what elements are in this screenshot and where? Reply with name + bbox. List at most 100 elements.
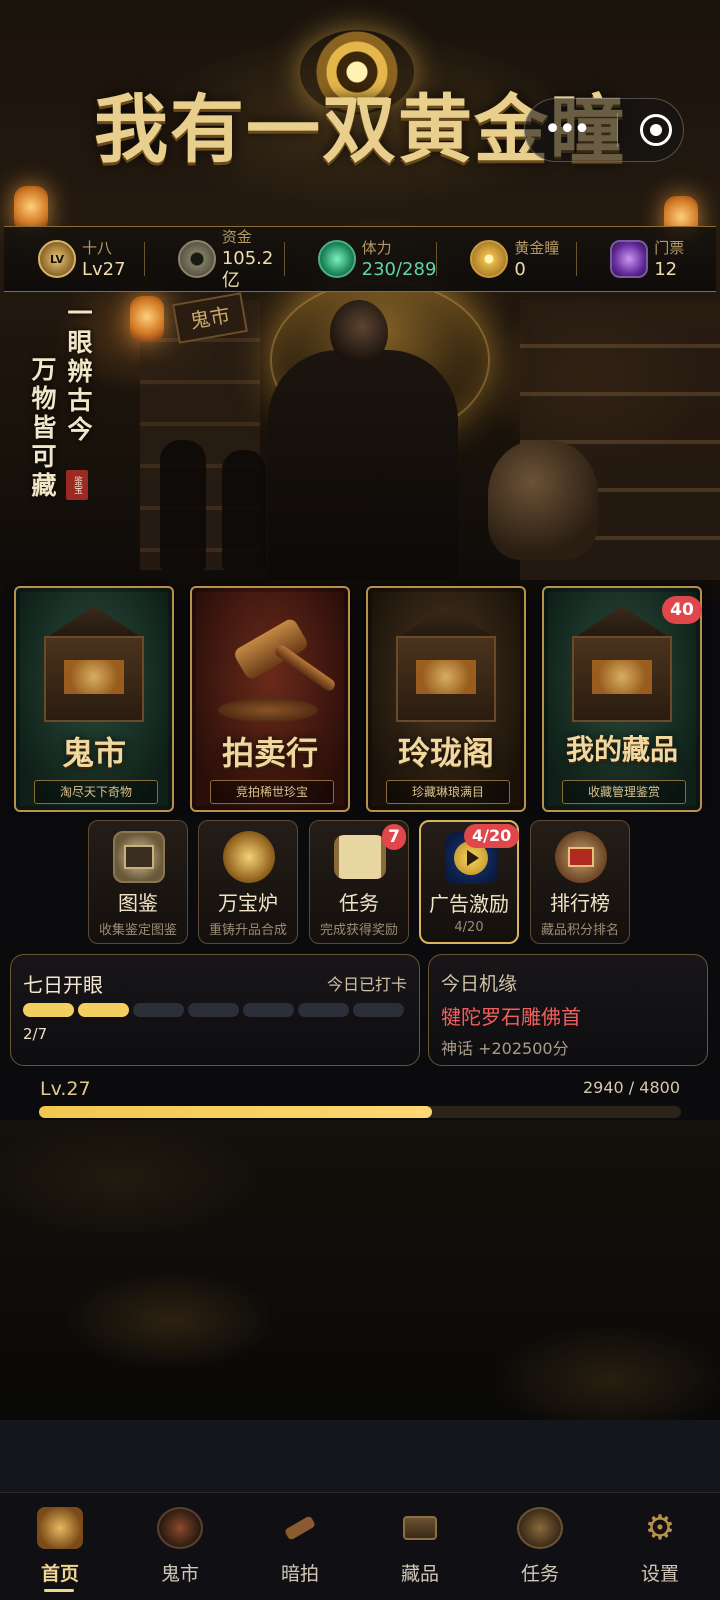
- funds-value: 105.2亿: [221, 248, 274, 291]
- card-subtitle: 竞拍稀世珍宝: [210, 780, 334, 804]
- tickets-value: 12: [654, 259, 678, 280]
- stats-bar: LV 十八 Lv27 资金 105.2亿 体力 230/289 黄金瞳 0 门票…: [4, 226, 716, 292]
- player-stat[interactable]: LV 十八 Lv27: [4, 236, 144, 282]
- hero-character-head: [330, 300, 388, 366]
- furnace-tile[interactable]: 万宝炉 重铸升品合成: [198, 820, 298, 944]
- capsule-divider: [617, 113, 619, 147]
- nav-label: 暗拍: [280, 1563, 319, 1585]
- empty-area: [0, 1420, 720, 1492]
- funds-stat[interactable]: 资金 105.2亿: [143, 228, 284, 291]
- checkin-day-segment: [78, 1003, 129, 1017]
- tile-label: 任务: [339, 891, 379, 915]
- tasks-badge: 7: [382, 824, 406, 850]
- gear-icon: ⚙: [644, 1508, 676, 1548]
- card-title: 我的藏品: [565, 733, 678, 766]
- tile-label: 万宝炉: [218, 891, 278, 915]
- daily-fortune-panel[interactable]: 今日机缘 犍陀罗石雕佛首 神话 +202500分: [428, 954, 708, 1066]
- card-title: 鬼市: [61, 734, 126, 772]
- treasure-chest-icon: [397, 1507, 443, 1549]
- nav-item-settings[interactable]: ⚙ 设置: [600, 1493, 720, 1600]
- display-cabinet-icon: [558, 606, 686, 726]
- checkin-title: 七日开眼: [23, 973, 103, 997]
- linglong-pavilion-card[interactable]: 玲珑阁 珍藏琳琅满目: [366, 586, 526, 812]
- tile-subtitle: 藏品积分排名: [540, 923, 619, 938]
- ranking-medal-icon: [555, 831, 607, 883]
- checkin-day-segment: [188, 1003, 239, 1017]
- level-label: Lv.27: [40, 1078, 91, 1100]
- ad-progress-badge: 4/20: [464, 824, 520, 848]
- checkin-day-segment: [243, 1003, 294, 1017]
- nav-item-home[interactable]: 首页: [0, 1493, 120, 1600]
- decorative-cloud-background: [0, 1120, 720, 1420]
- crowd-silhouette: [222, 450, 266, 570]
- tickets-stat[interactable]: 门票 12: [576, 236, 716, 282]
- home-pavilion-icon: [37, 1507, 83, 1549]
- card-subtitle: 珍藏琳琅满目: [386, 780, 510, 804]
- ticket-gem-icon: [610, 240, 649, 278]
- checkin-day-segment: [353, 1003, 404, 1017]
- nav-label: 藏品: [400, 1563, 439, 1585]
- ranking-tile[interactable]: 排行榜 藏品积分排名: [530, 820, 630, 944]
- funds-label: 资金: [221, 228, 252, 246]
- checkin-day-segment: [298, 1003, 349, 1017]
- ghost-market-card[interactable]: 鬼市 淘尽天下奇物: [14, 586, 174, 812]
- fortune-item: 犍陀罗石雕佛首: [441, 1005, 581, 1029]
- card-title: 拍卖行: [221, 734, 318, 772]
- collection-count-badge: 40: [662, 596, 702, 624]
- active-indicator: [44, 1589, 74, 1592]
- ghost-market-pavilion-icon: [30, 606, 158, 726]
- nav-item-ghost-market[interactable]: 鬼市: [120, 1493, 240, 1600]
- checkin-status: 今日已打卡: [326, 975, 407, 994]
- mini-program-capsule: •••: [524, 98, 684, 162]
- nav-label: 首页: [40, 1563, 79, 1585]
- player-name: 十八: [82, 239, 113, 257]
- xp-progress-track: [39, 1106, 681, 1118]
- xp-text: 2940 / 4800: [583, 1078, 680, 1097]
- tile-label: 广告激励: [429, 892, 509, 916]
- checkin-day-segment: [133, 1003, 184, 1017]
- nav-label: 任务: [520, 1563, 559, 1585]
- seven-day-checkin-panel[interactable]: 七日开眼 今日已打卡 2/7: [10, 954, 420, 1066]
- fortune-title: 今日机缘: [441, 973, 518, 995]
- pavilion-cabinet-icon: [382, 606, 510, 726]
- checkin-day-segment: [23, 1003, 74, 1017]
- hero-character-body: [268, 350, 458, 580]
- checkin-count: 2/7: [23, 1025, 48, 1043]
- coin-icon: [177, 240, 216, 278]
- scroll-icon: [334, 835, 386, 879]
- tile-subtitle: 收集鉴定图鉴: [98, 923, 177, 938]
- nav-item-dark-auction[interactable]: 暗拍: [240, 1493, 360, 1600]
- crowd-silhouette: [160, 440, 206, 570]
- lantern-icon: [130, 296, 164, 342]
- stamina-stat[interactable]: 体力 230/289: [283, 236, 436, 282]
- nav-item-collection[interactable]: 藏品: [360, 1493, 480, 1600]
- golden-pupil-stat[interactable]: 黄金瞳 0: [436, 236, 576, 282]
- book-icon: [113, 831, 165, 883]
- bronze-cauldron-icon: [223, 831, 275, 883]
- close-target-icon[interactable]: [640, 114, 673, 146]
- nav-label: 设置: [640, 1563, 679, 1585]
- xp-progress-fill: [39, 1106, 433, 1118]
- ghost-market-icon: [157, 1507, 203, 1549]
- card-subtitle: 收藏管理鉴赏: [562, 780, 686, 804]
- tile-label: 图鉴: [118, 891, 158, 915]
- auction-house-card[interactable]: 拍卖行 竞拍稀世珍宝: [190, 586, 350, 812]
- more-dots-icon[interactable]: •••: [536, 115, 596, 145]
- tile-subtitle: 4/20: [454, 920, 484, 935]
- tile-label: 排行榜: [550, 891, 610, 915]
- checkin-progress: [23, 1003, 404, 1017]
- gavel-icon: [277, 1507, 323, 1549]
- atlas-tile[interactable]: 图鉴 收集鉴定图鉴: [88, 820, 188, 944]
- tile-subtitle: 完成获得奖励: [319, 923, 398, 938]
- scroll-icon: [517, 1507, 563, 1549]
- slogan-right-column: 一眼辨古今: [64, 300, 93, 445]
- card-subtitle: 淘尽天下奇物: [34, 780, 158, 804]
- level-badge-icon: LV: [38, 240, 76, 278]
- player-level: Lv27: [82, 259, 126, 280]
- nav-item-tasks[interactable]: 任务: [480, 1493, 600, 1600]
- tile-subtitle: 重铸升品合成: [208, 923, 287, 938]
- gavel-icon: [206, 606, 338, 726]
- card-title: 玲珑阁: [397, 734, 494, 772]
- stamina-label: 体力: [361, 239, 392, 257]
- slogan-left-column: 万物皆可藏: [28, 356, 57, 501]
